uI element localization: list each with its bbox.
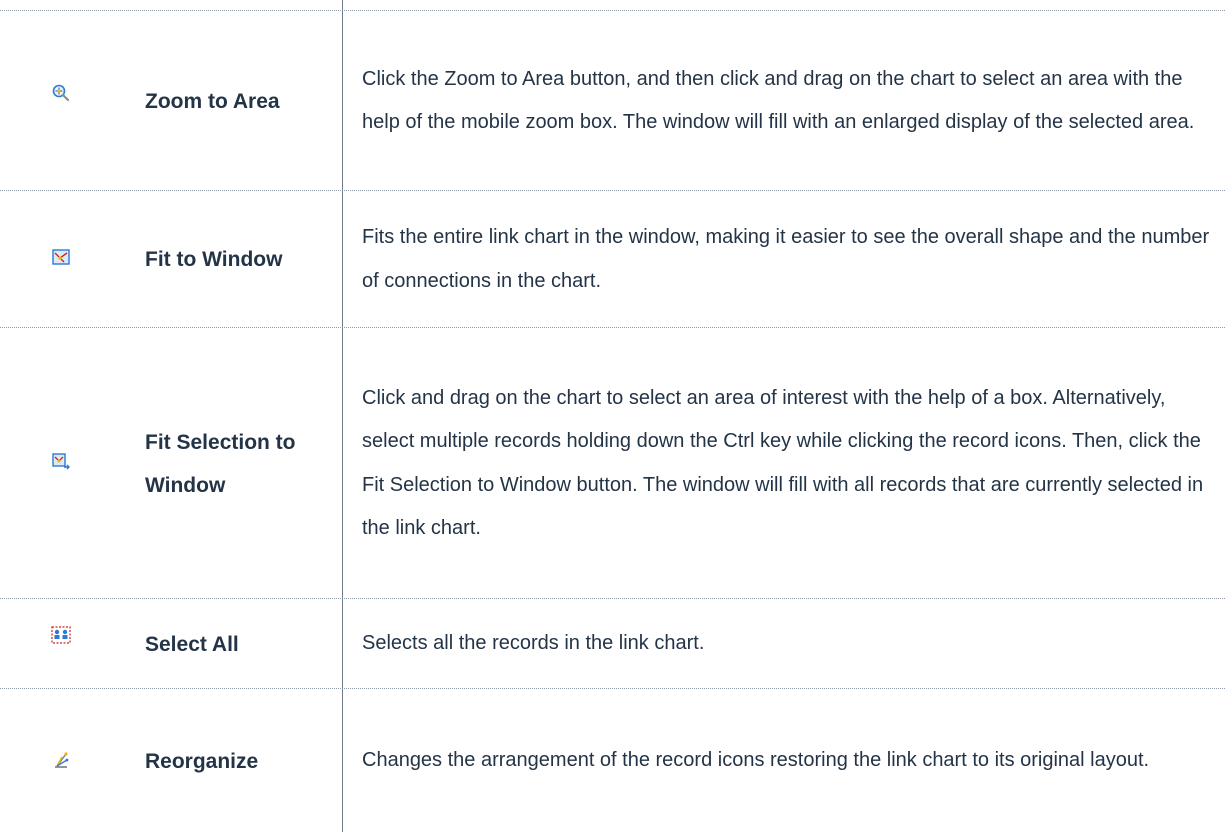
tool-name-cell: Fit to Window <box>120 191 342 328</box>
icon-cell <box>0 689 120 833</box>
tool-description: Changes the arrangement of the record ic… <box>362 749 1150 772</box>
icon-cell <box>0 191 120 328</box>
tool-name-cell: Reorganize <box>120 689 342 833</box>
zoom-area-icon <box>51 83 71 103</box>
icon-cell <box>0 11 120 191</box>
tool-description: Fits the entire link chart in the window… <box>362 226 1210 292</box>
tool-name: Fit to Window <box>145 248 283 271</box>
tool-name: Reorganize <box>145 749 259 773</box>
select-all-icon <box>51 625 71 645</box>
fit-selection-icon <box>51 452 71 472</box>
tool-reference-table: Zoom to Area Click the Zoom to Area butt… <box>0 0 1225 832</box>
tool-description: Click the Zoom to Area button, and then … <box>362 67 1195 134</box>
table-row: Zoom to Area Click the Zoom to Area butt… <box>0 10 1225 191</box>
tool-name: Zoom to Area <box>145 89 280 113</box>
tool-description-cell: Fits the entire link chart in the window… <box>362 191 1218 328</box>
fit-window-icon <box>51 247 71 267</box>
table-row: Reorganize Changes the arrangement of th… <box>0 688 1225 833</box>
tool-name: Fit Selection to Window <box>145 430 296 497</box>
tool-description-cell: Click and drag on the chart to select an… <box>362 328 1218 599</box>
tool-name-cell: Select All <box>120 599 342 689</box>
tool-description-cell: Changes the arrangement of the record ic… <box>362 689 1218 833</box>
tool-description-cell: Click the Zoom to Area button, and then … <box>362 11 1218 191</box>
tool-description-cell: Selects all the records in the link char… <box>362 599 1218 689</box>
reorganize-icon <box>51 750 71 770</box>
icon-cell <box>0 599 120 689</box>
table-row: Fit to Window Fits the entire link chart… <box>0 190 1225 328</box>
tool-name-cell: Fit Selection to Window <box>120 328 330 599</box>
icon-cell <box>0 328 120 599</box>
table-row: Fit Selection to Window Click and drag o… <box>0 327 1225 599</box>
tool-description: Selects all the records in the link char… <box>362 632 705 655</box>
tool-name: Select All <box>145 632 239 656</box>
table-row: Select All Selects all the records in th… <box>0 598 1225 689</box>
tool-name-cell: Zoom to Area <box>120 11 342 191</box>
tool-description: Click and drag on the chart to select an… <box>362 386 1204 540</box>
